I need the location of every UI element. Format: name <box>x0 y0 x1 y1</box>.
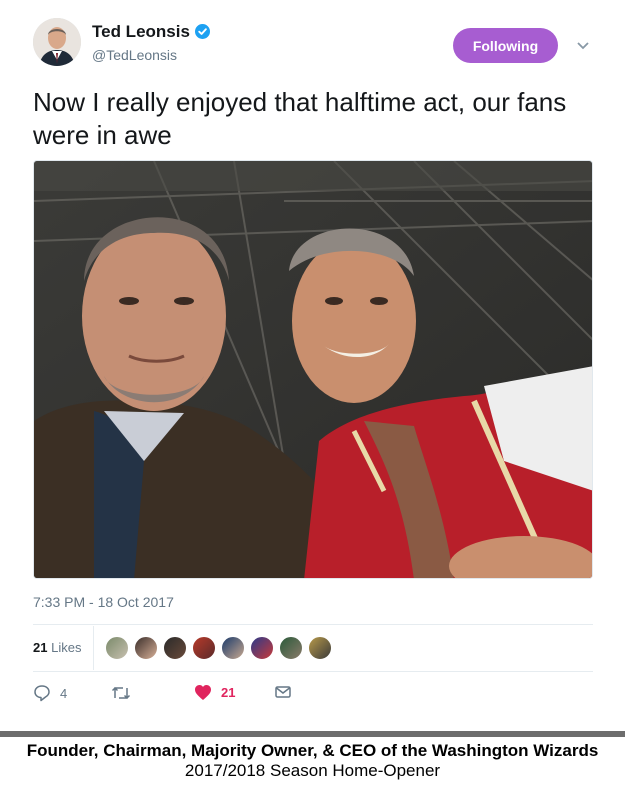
liker-avatar[interactable] <box>279 636 303 660</box>
retweet-icon[interactable] <box>111 684 131 702</box>
tweet-card: Ted Leonsis @TedLeonsis Following Now I … <box>0 0 625 732</box>
verified-badge-icon <box>194 24 210 44</box>
retweet-action[interactable] <box>111 684 140 702</box>
like-count: 21 <box>221 685 236 700</box>
tweet-actions: 4 21 <box>33 684 433 706</box>
chevron-down-icon[interactable] <box>576 38 590 56</box>
following-button[interactable]: Following <box>453 28 558 63</box>
like-action[interactable]: 21 <box>194 684 235 701</box>
liker-avatar[interactable] <box>221 636 245 660</box>
liker-avatar[interactable] <box>308 636 332 660</box>
caption-divider-bar <box>0 731 625 737</box>
liker-avatar[interactable] <box>134 636 158 660</box>
liker-avatar[interactable] <box>192 636 216 660</box>
reply-icon[interactable] <box>33 684 51 702</box>
heart-icon[interactable] <box>194 684 212 701</box>
likes-label: Likes <box>51 640 82 655</box>
author-name-row[interactable]: Ted Leonsis <box>92 22 210 44</box>
author-name[interactable]: Ted Leonsis <box>92 22 190 41</box>
likes-number: 21 <box>33 640 48 655</box>
liker-avatar[interactable] <box>163 636 187 660</box>
divider <box>33 624 593 625</box>
reply-count: 4 <box>60 685 68 701</box>
selfie-image <box>34 161 592 578</box>
dm-action[interactable] <box>274 684 292 700</box>
tweet-text: Now I really enjoyed that halftime act, … <box>33 87 567 150</box>
image-caption: Founder, Chairman, Majority Owner, & CEO… <box>0 741 625 781</box>
likes-separator <box>93 626 94 670</box>
likes-count[interactable]: 21 Likes <box>33 640 81 655</box>
divider <box>33 671 593 672</box>
envelope-icon[interactable] <box>274 684 292 700</box>
reply-action[interactable]: 4 <box>33 684 67 702</box>
liker-avatar[interactable] <box>105 636 129 660</box>
liker-avatar[interactable] <box>250 636 274 660</box>
author-avatar[interactable] <box>33 18 81 66</box>
caption-line-1: Founder, Chairman, Majority Owner, & CEO… <box>26 741 599 760</box>
likes-row: 21 Likes <box>33 626 593 670</box>
liker-avatars <box>105 636 337 660</box>
author-handle[interactable]: @TedLeonsis <box>92 47 177 63</box>
tweet-timestamp[interactable]: 7:33 PM - 18 Oct 2017 <box>33 594 174 610</box>
caption-line-2: 2017/2018 Season Home-Opener <box>184 761 441 780</box>
tweet-photo[interactable] <box>33 160 593 579</box>
